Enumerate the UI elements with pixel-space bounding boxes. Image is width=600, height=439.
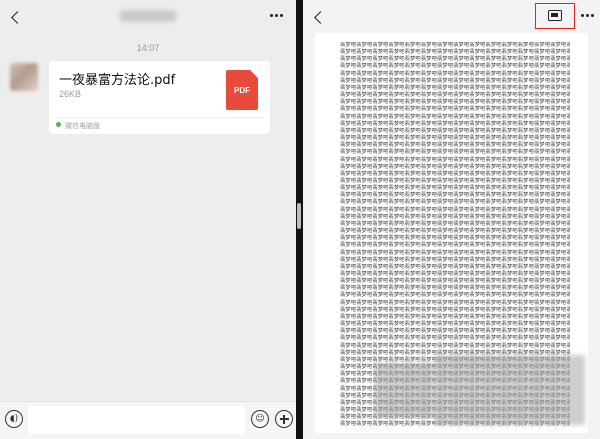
document-line: 翡梦吧翡梦吧翡梦吧翡梦吧翡梦吧翡梦吧翡梦吧翡梦吧翡梦吧翡梦吧翡梦吧翡梦吧翡梦吧翡… [340, 263, 570, 270]
document-line: 翡梦吧翡梦吧翡梦吧翡梦吧翡梦吧翡梦吧翡梦吧翡梦吧翡梦吧翡梦吧翡梦吧翡梦吧翡梦吧翡… [340, 242, 570, 249]
document-line: 翡梦吧翡梦吧翡梦吧翡梦吧翡梦吧翡梦吧翡梦吧翡梦吧翡梦吧翡梦吧翡梦吧翡梦吧翡梦吧翡… [340, 292, 570, 299]
wechat-pc-icon [56, 122, 61, 127]
emoji-icon[interactable]: ☺ [251, 410, 269, 428]
document-line: 翡梦吧翡梦吧翡梦吧翡梦吧翡梦吧翡梦吧翡梦吧翡梦吧翡梦吧翡梦吧翡梦吧翡梦吧翡梦吧翡… [340, 113, 570, 120]
document-line: 翡梦吧翡梦吧翡梦吧翡梦吧翡梦吧翡梦吧翡梦吧翡梦吧翡梦吧翡梦吧翡梦吧翡梦吧翡梦吧翡… [340, 335, 570, 342]
document-line: 翡梦吧翡梦吧翡梦吧翡梦吧翡梦吧翡梦吧翡梦吧翡梦吧翡梦吧翡梦吧翡梦吧翡梦吧翡梦吧翡… [340, 249, 570, 256]
document-line: 翡梦吧翡梦吧翡梦吧翡梦吧翡梦吧翡梦吧翡梦吧翡梦吧翡梦吧翡梦吧翡梦吧翡梦吧翡梦吧翡… [340, 163, 570, 170]
document-line: 翡梦吧翡梦吧翡梦吧翡梦吧翡梦吧翡梦吧翡梦吧翡梦吧翡梦吧翡梦吧翡梦吧翡梦吧翡梦吧翡… [340, 220, 570, 227]
file-source-label: 微信电脑版 [65, 122, 100, 130]
more-icon[interactable] [581, 14, 594, 17]
document-line: 翡梦吧翡梦吧翡梦吧翡梦吧翡梦吧翡梦吧翡梦吧翡梦吧翡梦吧翡梦吧翡梦吧翡梦吧翡梦吧翡… [340, 206, 570, 213]
split-screen: 14:07 一夜暴富方法论.pdf 26KB PDF 微信电脑版 ◖) ☺ 翡梦… [0, 0, 600, 439]
back-icon[interactable] [311, 8, 327, 26]
blurred-region [375, 363, 435, 418]
document-line: 翡梦吧翡梦吧翡梦吧翡梦吧翡梦吧翡梦吧翡梦吧翡梦吧翡梦吧翡梦吧翡梦吧翡梦吧翡梦吧翡… [340, 306, 570, 313]
document-line: 翡梦吧翡梦吧翡梦吧翡梦吧翡梦吧翡梦吧翡梦吧翡梦吧翡梦吧翡梦吧翡梦吧翡梦吧翡梦吧翡… [340, 213, 570, 220]
plus-icon[interactable] [275, 410, 293, 428]
file-message-card[interactable]: 一夜暴富方法论.pdf 26KB PDF 微信电脑版 [49, 61, 270, 134]
chat-title-blurred [120, 10, 176, 22]
document-line: 翡梦吧翡梦吧翡梦吧翡梦吧翡梦吧翡梦吧翡梦吧翡梦吧翡梦吧翡梦吧翡梦吧翡梦吧翡梦吧翡… [340, 63, 570, 70]
chat-header [0, 0, 296, 34]
chat-input-bar: ◖) ☺ [0, 401, 296, 439]
document-line: 翡梦吧翡梦吧翡梦吧翡梦吧翡梦吧翡梦吧翡梦吧翡梦吧翡梦吧翡梦吧翡梦吧翡梦吧翡梦吧翡… [340, 199, 570, 206]
message-timestamp: 14:07 [136, 43, 160, 53]
document-line: 翡梦吧翡梦吧翡梦吧翡梦吧翡梦吧翡梦吧翡梦吧翡梦吧翡梦吧翡梦吧翡梦吧翡梦吧翡梦吧翡… [340, 77, 570, 84]
document-line: 翡梦吧翡梦吧翡梦吧翡梦吧翡梦吧翡梦吧翡梦吧翡梦吧翡梦吧翡梦吧翡梦吧翡梦吧翡梦吧翡… [340, 156, 570, 163]
pdf-file-icon: PDF [226, 70, 258, 110]
chat-pane: 14:07 一夜暴富方法论.pdf 26KB PDF 微信电脑版 ◖) ☺ [0, 0, 296, 439]
document-line: 翡梦吧翡梦吧翡梦吧翡梦吧翡梦吧翡梦吧翡梦吧翡梦吧翡梦吧翡梦吧翡梦吧翡梦吧翡梦吧翡… [340, 127, 570, 134]
pdf-label: PDF [234, 85, 250, 95]
reading-mode-icon[interactable] [548, 10, 562, 21]
document-line: 翡梦吧翡梦吧翡梦吧翡梦吧翡梦吧翡梦吧翡梦吧翡梦吧翡梦吧翡梦吧翡梦吧翡梦吧翡梦吧翡… [340, 120, 570, 127]
card-divider [55, 117, 264, 118]
document-page[interactable]: 翡梦吧翡梦吧翡梦吧翡梦吧翡梦吧翡梦吧翡梦吧翡梦吧翡梦吧翡梦吧翡梦吧翡梦吧翡梦吧翡… [315, 33, 588, 433]
document-line: 翡梦吧翡梦吧翡梦吧翡梦吧翡梦吧翡梦吧翡梦吧翡梦吧翡梦吧翡梦吧翡梦吧翡梦吧翡梦吧翡… [340, 299, 570, 306]
message-input[interactable] [28, 406, 245, 434]
file-size: 26KB [59, 89, 82, 99]
split-divider-handle[interactable] [297, 203, 301, 229]
document-line: 翡梦吧翡梦吧翡梦吧翡梦吧翡梦吧翡梦吧翡梦吧翡梦吧翡梦吧翡梦吧翡梦吧翡梦吧翡梦吧翡… [340, 106, 570, 113]
avatar[interactable] [10, 63, 38, 91]
document-line: 翡梦吧翡梦吧翡梦吧翡梦吧翡梦吧翡梦吧翡梦吧翡梦吧翡梦吧翡梦吧翡梦吧翡梦吧翡梦吧翡… [340, 70, 570, 77]
back-icon[interactable] [8, 8, 24, 26]
document-line: 翡梦吧翡梦吧翡梦吧翡梦吧翡梦吧翡梦吧翡梦吧翡梦吧翡梦吧翡梦吧翡梦吧翡梦吧翡梦吧翡… [340, 149, 570, 156]
blurred-region [435, 355, 585, 425]
more-icon[interactable] [270, 14, 283, 17]
voice-icon[interactable]: ◖) [5, 410, 23, 428]
document-line: 翡梦吧翡梦吧翡梦吧翡梦吧翡梦吧翡梦吧翡梦吧翡梦吧翡梦吧翡梦吧翡梦吧翡梦吧翡梦吧翡… [340, 342, 570, 349]
document-line: 翡梦吧翡梦吧翡梦吧翡梦吧翡梦吧翡梦吧翡梦吧翡梦吧翡梦吧翡梦吧翡梦吧翡梦吧翡梦吧翡… [340, 170, 570, 177]
document-viewer-pane: 翡梦吧翡梦吧翡梦吧翡梦吧翡梦吧翡梦吧翡梦吧翡梦吧翡梦吧翡梦吧翡梦吧翡梦吧翡梦吧翡… [303, 0, 600, 439]
file-name: 一夜暴富方法论.pdf [59, 73, 176, 88]
document-line: 翡梦吧翡梦吧翡梦吧翡梦吧翡梦吧翡梦吧翡梦吧翡梦吧翡梦吧翡梦吧翡梦吧翡梦吧翡梦吧翡… [340, 256, 570, 263]
